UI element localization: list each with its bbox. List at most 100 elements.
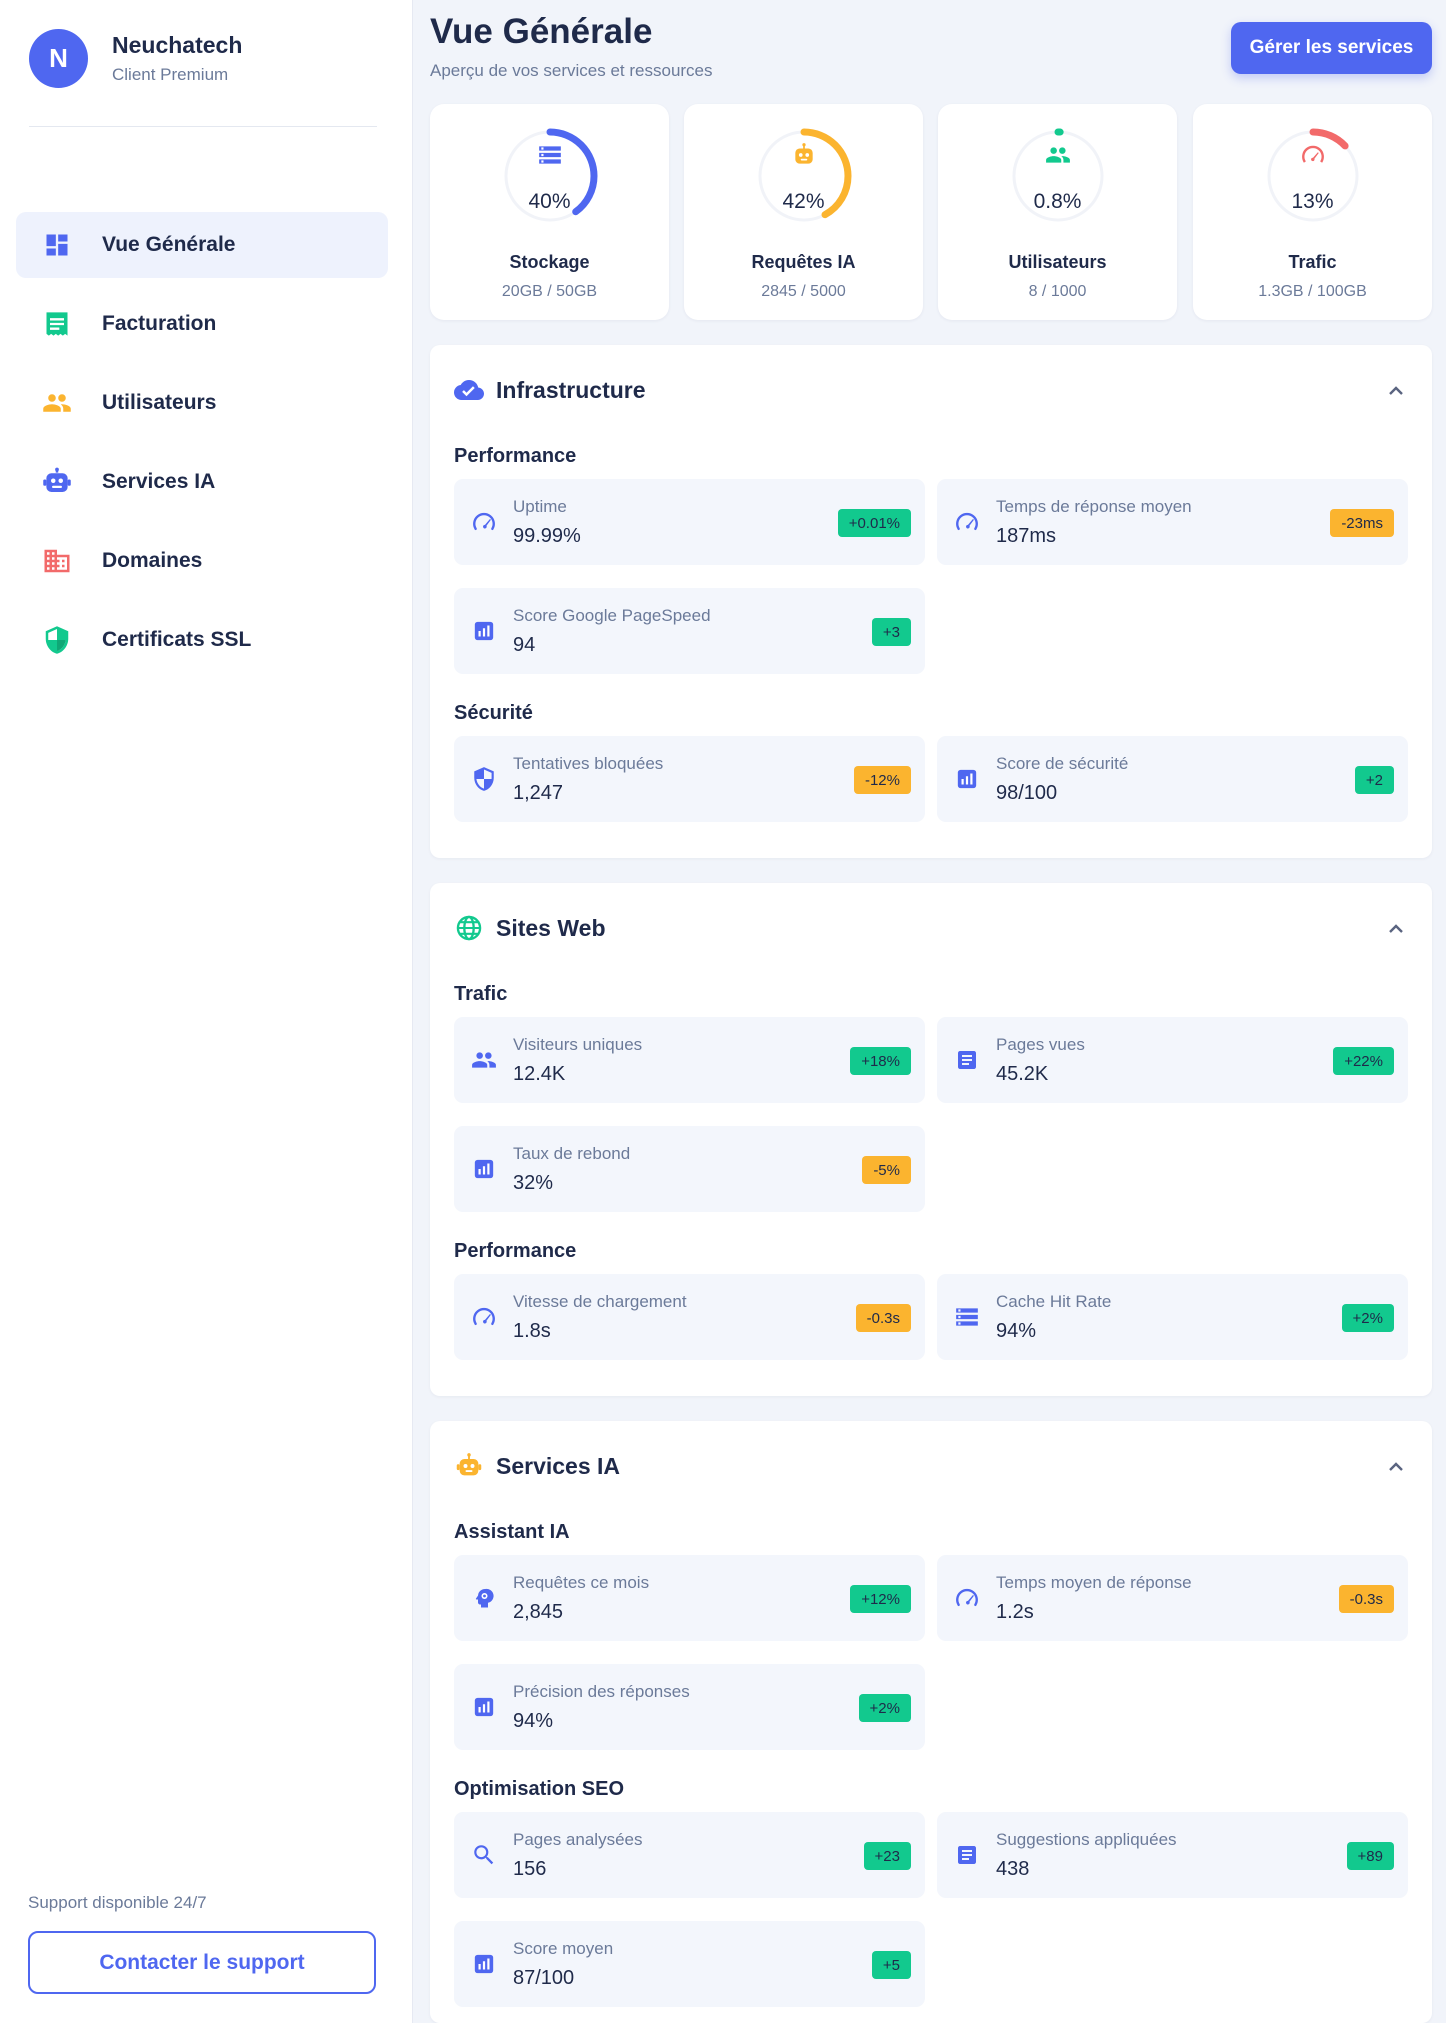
support-availability: Support disponible 24/7 [28, 1893, 207, 1912]
metric-label: Précision des réponses [513, 1682, 690, 1701]
metric-value: 94% [996, 1320, 1037, 1342]
trend-badge: -23ms [1330, 509, 1394, 537]
metric-value: 94 [513, 634, 536, 656]
progress-ring [756, 128, 852, 224]
metric-value: 2,845 [513, 1601, 564, 1623]
chevron-up-icon[interactable] [1384, 917, 1408, 941]
chart-icon [469, 1692, 499, 1722]
trend-badge: +12% [850, 1585, 911, 1613]
page-title: Vue Générale [430, 12, 653, 51]
metric-value: 87/100 [513, 1967, 575, 1989]
chart-icon [469, 1949, 499, 1979]
section-title: Sites Web [496, 914, 606, 941]
metric-value: 32% [513, 1172, 554, 1194]
metric-label: Tentatives bloquées [513, 754, 664, 773]
metric-card[interactable]: Visiteurs uniques 12.4K +18% [454, 1017, 925, 1103]
metric-card[interactable]: Pages vues 45.2K +22% [937, 1017, 1408, 1103]
metric-label: Visiteurs uniques [513, 1035, 643, 1054]
speedometer-icon [469, 1302, 499, 1332]
speedometer-icon [469, 507, 499, 537]
users-icon [42, 388, 72, 418]
metric-card[interactable]: Requêtes ce mois 2,845 +12% [454, 1555, 925, 1641]
stat-label: Requêtes IA [751, 252, 856, 272]
metric-card[interactable]: Score de sécurité 98/100 +2 [937, 736, 1408, 822]
progress-ring [1010, 128, 1106, 224]
metric-card[interactable]: Pages analysées 156 +23 [454, 1812, 925, 1898]
metric-label: Score de sécurité [996, 754, 1129, 773]
trend-badge: +0.01% [837, 509, 911, 537]
globe-icon [454, 913, 484, 943]
section-services-ia: Services IA Assistant IA Requêtes ce moi… [430, 1421, 1432, 2023]
usage-stats: 40% Stockage 20GB / 50GB 42% Requêtes IA… [430, 104, 1432, 320]
group-title: Assistant IA [454, 1521, 570, 1543]
section-infrastructure: Infrastructure Performance Uptime 99.99% +… [430, 345, 1432, 858]
stat-card-users[interactable]: 0.8% Utilisateurs 8 / 1000 [938, 104, 1177, 320]
section-sites-web: Sites Web Trafic Visiteurs uniques 12.4K +… [430, 883, 1432, 1396]
progress-ring [1265, 128, 1361, 224]
metric-card[interactable]: Suggestions appliquées 438 +89 [937, 1812, 1408, 1898]
chevron-up-icon[interactable] [1384, 1455, 1408, 1479]
avatar[interactable]: N [29, 29, 88, 88]
stat-card-traffic[interactable]: 13% Trafic 1.3GB / 100GB [1193, 104, 1432, 320]
stat-label: Trafic [1288, 252, 1337, 272]
robot-icon [42, 467, 72, 497]
metric-card[interactable]: Tentatives bloquées 1,247 -12% [454, 736, 925, 822]
sidebar-item-vue-generale[interactable]: Vue Générale [16, 212, 388, 278]
trend-badge: +2 [1354, 766, 1394, 794]
metric-label: Uptime [513, 497, 567, 516]
sidebar-item-label: Services IA [102, 470, 216, 493]
metric-card[interactable]: Uptime 99.99% +0.01% [454, 479, 925, 565]
chart-icon [469, 616, 499, 646]
metric-card[interactable]: Temps moyen de réponse 1.2s -0.3s [937, 1555, 1408, 1641]
contact-support-button[interactable]: Contacter le support [28, 1931, 376, 1994]
metric-card[interactable]: Taux de rebond 32% -5% [454, 1126, 925, 1212]
stat-label: Utilisateurs [1008, 252, 1107, 272]
trend-badge: -0.3s [1338, 1585, 1394, 1613]
sidebar-item-domaines[interactable]: Domaines [16, 528, 388, 594]
chart-icon [469, 1154, 499, 1184]
sidebar-item-facturation[interactable]: Facturation [16, 291, 388, 357]
sidebar-item-certificats-ssl[interactable]: Certificats SSL [16, 607, 388, 673]
sidebar-item-services-ia[interactable]: Services IA [16, 449, 388, 515]
section-title: Infrastructure [496, 376, 646, 403]
metric-card[interactable]: Précision des réponses 94% +2% [454, 1664, 925, 1750]
group-title: Optimisation SEO [454, 1778, 625, 1800]
group-title: Performance [454, 445, 577, 467]
speedometer-icon [952, 507, 982, 537]
sidebar-item-label: Utilisateurs [102, 391, 217, 414]
stat-card-ai-requests[interactable]: 42% Requêtes IA 2845 / 5000 [684, 104, 923, 320]
brand: N Neuchatech Client Premium [29, 29, 242, 88]
stat-percentage: 13% [1291, 190, 1334, 213]
stat-detail: 20GB / 50GB [501, 283, 598, 300]
metric-value: 45.2K [996, 1063, 1049, 1085]
sidebar: N Neuchatech Client Premium Vue Générale… [0, 0, 413, 2023]
trend-badge: -0.3s [855, 1304, 911, 1332]
trend-badge: -12% [853, 766, 911, 794]
trend-badge: +2% [858, 1694, 911, 1722]
metric-label: Pages analysées [513, 1830, 643, 1849]
divider [29, 126, 377, 127]
chevron-up-icon[interactable] [1384, 379, 1408, 403]
sidebar-item-label: Facturation [102, 312, 217, 335]
manage-services-button[interactable]: Gérer les services [1231, 22, 1432, 74]
trend-badge: +22% [1333, 1047, 1394, 1075]
metric-card[interactable]: Score Google PageSpeed 94 +3 [454, 588, 925, 674]
search-icon [469, 1840, 499, 1870]
speedometer-icon [952, 1583, 982, 1613]
metric-label: Suggestions appliquées [996, 1830, 1177, 1849]
metric-card[interactable]: Vitesse de chargement 1.8s -0.3s [454, 1274, 925, 1360]
metric-value: 94% [513, 1710, 554, 1732]
stat-card-storage[interactable]: 40% Stockage 20GB / 50GB [430, 104, 669, 320]
metric-card[interactable]: Cache Hit Rate 94% +2% [937, 1274, 1408, 1360]
company-name: Neuchatech [112, 32, 243, 58]
metric-label: Vitesse de chargement [513, 1292, 687, 1311]
stat-label: Stockage [509, 252, 590, 272]
metric-card[interactable]: Temps de réponse moyen 187ms -23ms [937, 479, 1408, 565]
metric-label: Pages vues [996, 1035, 1085, 1054]
sidebar-item-utilisateurs[interactable]: Utilisateurs [16, 370, 388, 436]
metric-card[interactable]: Score moyen 87/100 +5 [454, 1921, 925, 2007]
users-icon [1045, 142, 1071, 168]
metric-label: Score moyen [513, 1939, 614, 1958]
sidebar-item-label: Certificats SSL [102, 628, 252, 651]
stat-detail: 8 / 1000 [1028, 283, 1087, 300]
